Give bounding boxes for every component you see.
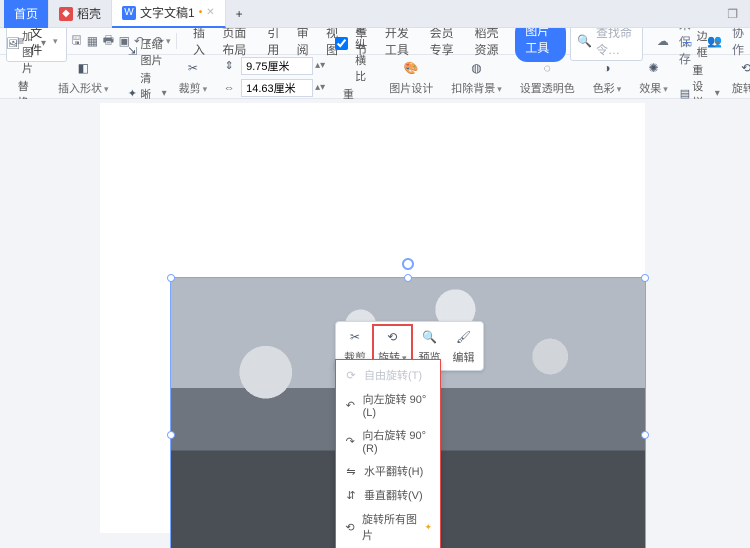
premium-icon: ✦ [424,522,432,533]
image-design-label: 图片设计 [389,80,433,96]
removebg-icon: ◍ [466,58,486,78]
free-rotate-icon: ⟳ [344,369,358,382]
height-input[interactable] [241,57,313,75]
insert-shape-label: 插入形状 [58,80,109,96]
rotate-right-icon: ↷ [344,435,356,448]
image-icon: 🖼 [6,34,20,54]
border-label: 边框 [697,28,713,60]
crop-icon: ✂ [345,327,365,347]
rotate-free-label: 自由旋转(T) [364,367,422,383]
save-icon[interactable]: 🖫 [71,33,83,49]
resize-handle-ml[interactable] [167,431,175,439]
menu-bar: ≡ 文件 🖫 ▦ 🖶 ▣ ↶ ↷ 插入 页面布局 引用 审阅 视图 章节 开发工… [0,28,750,55]
set-alpha-label: 设置透明色 [520,80,575,96]
height-row: ⇕ ▴▾ [219,56,325,76]
rotate-left-label: 向左旋转 90°(L) [363,391,432,419]
zoom-icon: 🔍 [420,327,440,347]
search-placeholder: 查找命令… [596,24,636,58]
window-controls: ❐ [727,7,746,21]
width-icon: ⇔ [219,78,239,98]
image-design-button[interactable]: 🎨 图片设计 [383,58,439,96]
tab-document[interactable]: W 文字文稿1 • ✕ [112,0,226,28]
rotate-handle[interactable] [402,258,414,270]
color-icon: ◑ [597,58,617,78]
height-icon: ⇕ [219,56,239,76]
tab-document-label: 文字文稿1 [140,4,195,21]
rotate-all-images-item[interactable]: ⟲ 旋转所有图片 ✦ [336,507,440,547]
collab-label: 协作 [732,24,744,58]
crop-icon: ✂ [183,58,203,78]
rotate-right-item[interactable]: ↷ 向右旋转 90°(R) [336,423,440,459]
border-icon: ▭ [680,34,695,54]
set-alpha-button[interactable]: ◌ 设置透明色 [514,58,581,96]
separator [176,33,177,49]
doc-icon: W [122,6,136,20]
flip-v-icon: ⇵ [344,489,358,502]
flip-h-label: 水平翻转(H) [364,463,423,479]
insert-shape-button[interactable]: ◧ 插入形状 [52,58,115,96]
alpha-icon: ◌ [537,58,557,78]
remove-bg-label: 扣除背景 [451,80,502,96]
compress-icon: ⇲ [127,42,139,62]
edit-icon: 🖌 [454,327,474,347]
rotate-all-label: 旋转所有图片 [362,511,418,543]
compress-label: 压缩图片 [140,36,166,68]
color-label: 色彩 [593,80,622,96]
tab-add-label: + [236,7,243,21]
crop-label: 裁剪 [179,80,208,96]
compress-button[interactable]: ⇲ 压缩图片 [127,36,167,68]
stepper-icon[interactable]: ▴▾ [315,82,325,93]
ribbon-rotate-label: 旋转 [732,80,750,96]
ribbon-border-button[interactable]: ▭ 边框▾ [680,28,720,60]
tab-home[interactable]: 首页 [4,0,49,28]
resize-handle-mr[interactable] [641,431,649,439]
cloud-icon[interactable]: ☁ [657,34,669,48]
flip-v-label: 垂直翻转(V) [364,487,423,503]
rotate-dropdown: ⟳ 自由旋转(T) ↶ 向左旋转 90°(L) ↷ 向右旋转 90°(R) ⇋ … [335,359,441,548]
resize-handle-tl[interactable] [167,274,175,282]
rotate-all-icon: ⟲ [344,521,356,534]
tab-dirty-dot: • [199,7,203,18]
color-button[interactable]: ◑ 色彩 [587,58,628,96]
flip-horizontal-item[interactable]: ⇋ 水平翻转(H) [336,459,440,483]
rotate-right-label: 向右旋转 90°(R) [362,427,432,455]
search-icon: 🔍 [577,34,592,48]
tab-close-button[interactable]: ✕ [206,7,214,18]
flip-h-icon: ⇋ [344,465,358,478]
effect-icon: ✺ [644,58,664,78]
grp-size: ⇕ ▴▾ ⇔ ▴▾ [219,56,325,98]
rotate-free-item: ⟳ 自由旋转(T) [336,363,440,387]
tab-home-label: 首页 [14,5,38,22]
mini-edit-label: 编辑 [453,349,475,365]
resize-handle-tm[interactable] [404,274,412,282]
tab-templates-label: 稻壳 [77,5,101,22]
restore-window-icon[interactable]: ❐ [727,7,738,21]
print-preview-icon[interactable]: ▦ [86,33,98,49]
crop-button[interactable]: ✂ 裁剪 [173,58,214,96]
design-icon: 🎨 [401,58,421,78]
width-input[interactable] [241,79,313,97]
rotate-left-icon: ↶ [344,399,357,412]
ribbon-rotate-button[interactable]: ⟲ 旋转 [726,58,750,96]
remove-bg-button[interactable]: ◍ 扣除背景 [445,58,508,96]
resize-handle-tr[interactable] [641,274,649,282]
tab-add[interactable]: + [226,0,253,28]
flip-vertical-item[interactable]: ⇵ 垂直翻转(V) [336,483,440,507]
tab-templates[interactable]: ◆ 稻壳 [49,0,112,28]
print-icon[interactable]: 🖶 [102,33,114,49]
app-tabstrip: 首页 ◆ 稻壳 W 文字文稿1 • ✕ + ❐ [0,0,750,28]
rotate-left-item[interactable]: ↶ 向左旋转 90°(L) [336,387,440,423]
workspace: ✂ 裁剪 ⟲ 旋转 🔍 预览 🖌 编辑 ⟳ 自由旋转(T) ↶ 向左旋转 90°… [0,99,750,548]
rotate-icon: ⟲ [736,58,750,78]
effect-label: 效果 [639,80,668,96]
width-row: ⇔ ▴▾ [219,78,325,98]
rotate-icon: ⟲ [382,327,402,347]
effect-button[interactable]: ✺ 效果 [633,58,674,96]
stepper-icon[interactable]: ▴▾ [315,60,325,71]
lock-ratio-input[interactable] [335,37,348,50]
mini-edit-button[interactable]: 🖌 编辑 [447,324,481,368]
shapes-icon: ◧ [73,58,93,78]
app-icon: ◆ [59,7,73,21]
